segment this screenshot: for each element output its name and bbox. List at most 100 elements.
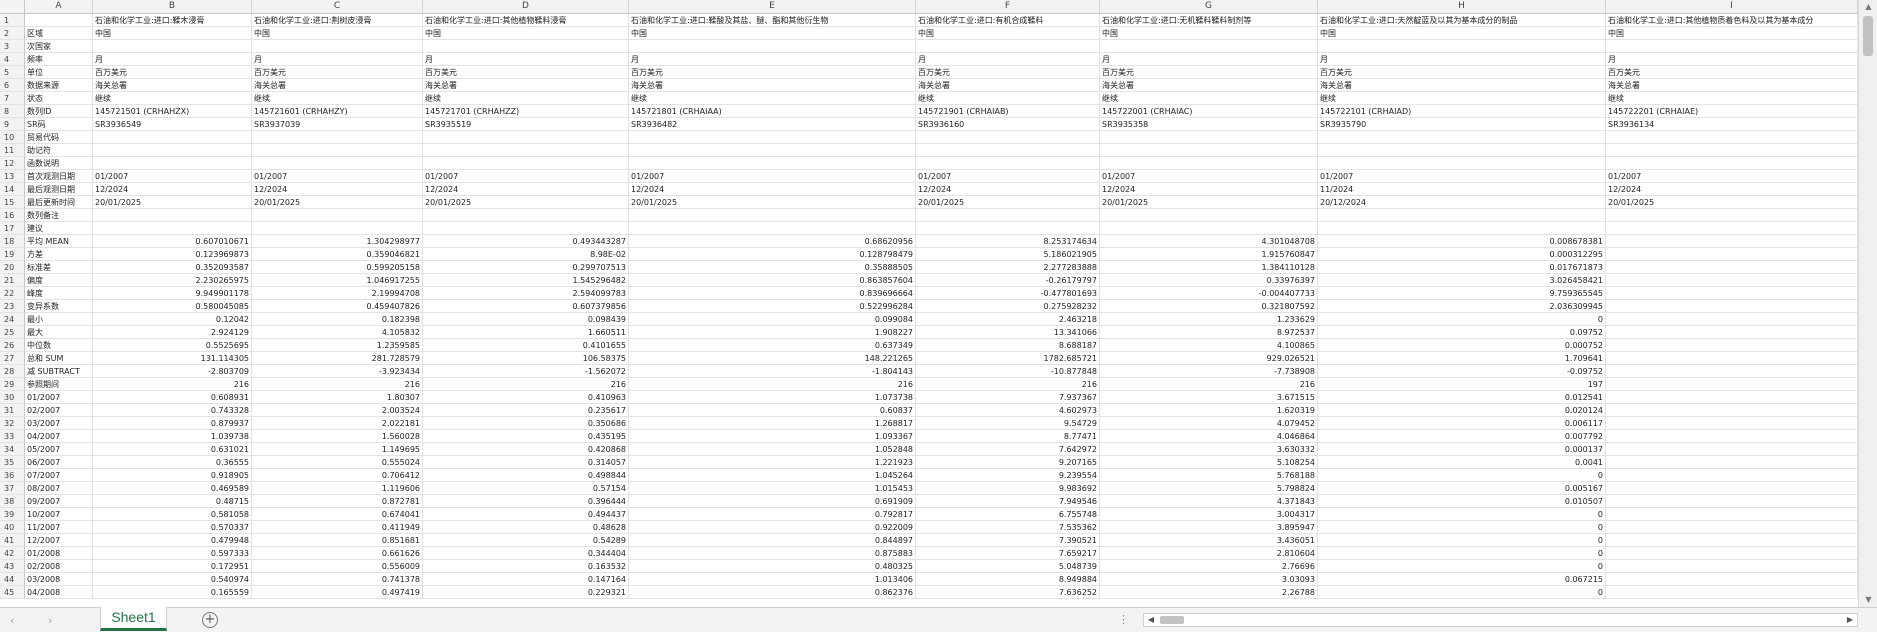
cell-d20[interactable]: 0.299707513 (423, 261, 629, 274)
cell-g34[interactable]: 3.630332 (1100, 443, 1318, 456)
cell-e34[interactable]: 1.052848 (629, 443, 916, 456)
cell-d34[interactable]: 0.420868 (423, 443, 629, 456)
cell-g32[interactable]: 4.079452 (1100, 417, 1318, 430)
cell-f44[interactable]: 8.949884 (916, 573, 1100, 586)
cell-e23[interactable]: 0.522996284 (629, 300, 916, 313)
vertical-scrollbar[interactable]: ▲ ▼ (1858, 0, 1877, 607)
cell-e44[interactable]: 1.013406 (629, 573, 916, 586)
cell-h41[interactable]: 0 (1318, 534, 1606, 547)
cell-f4[interactable]: 月 (916, 53, 1100, 66)
cell-i36[interactable] (1606, 469, 1858, 482)
cell-f34[interactable]: 7.642972 (916, 443, 1100, 456)
cell-f33[interactable]: 8.77471 (916, 430, 1100, 443)
cell-g7[interactable]: 继续 (1100, 92, 1318, 105)
cell-f22[interactable]: -0.477801693 (916, 287, 1100, 300)
row-number[interactable]: 45 (0, 586, 25, 599)
cell-b39[interactable]: 0.581058 (93, 508, 252, 521)
cell-f14[interactable]: 12/2024 (916, 183, 1100, 196)
cell-g11[interactable] (1100, 144, 1318, 157)
cell-d28[interactable]: -1.562072 (423, 365, 629, 378)
cell-b41[interactable]: 0.479948 (93, 534, 252, 547)
cell-d6[interactable]: 海关总署 (423, 79, 629, 92)
cell-b15[interactable]: 20/01/2025 (93, 196, 252, 209)
cell-f37[interactable]: 9.983692 (916, 482, 1100, 495)
cell-h23[interactable]: 2.036309945 (1318, 300, 1606, 313)
cell-a33[interactable]: 04/2007 (25, 430, 93, 443)
cell-i23[interactable] (1606, 300, 1858, 313)
cell-h18[interactable]: 0.008678381 (1318, 235, 1606, 248)
cell-i19[interactable] (1606, 248, 1858, 261)
cell-b23[interactable]: 0.580045085 (93, 300, 252, 313)
row-number[interactable]: 16 (0, 209, 25, 222)
cell-b28[interactable]: -2.803709 (93, 365, 252, 378)
cell-i28[interactable] (1606, 365, 1858, 378)
cell-g31[interactable]: 1.620319 (1100, 404, 1318, 417)
cell-c15[interactable]: 20/01/2025 (252, 196, 423, 209)
cell-b6[interactable]: 海关总署 (93, 79, 252, 92)
cell-g39[interactable]: 3.004317 (1100, 508, 1318, 521)
row-number[interactable]: 25 (0, 326, 25, 339)
cell-h31[interactable]: 0.020124 (1318, 404, 1606, 417)
cell-i37[interactable] (1606, 482, 1858, 495)
cell-e33[interactable]: 1.093367 (629, 430, 916, 443)
cell-b34[interactable]: 0.631021 (93, 443, 252, 456)
cell-a24[interactable]: 最小 (25, 313, 93, 326)
cell-b5[interactable]: 百万美元 (93, 66, 252, 79)
cell-a4[interactable]: 频率 (25, 53, 93, 66)
cell-f26[interactable]: 8.688187 (916, 339, 1100, 352)
cell-d35[interactable]: 0.314057 (423, 456, 629, 469)
cell-d15[interactable]: 20/01/2025 (423, 196, 629, 209)
cell-b8[interactable]: 145721501 (CRHAHZX) (93, 105, 252, 118)
cell-b3[interactable] (93, 40, 252, 53)
cell-a34[interactable]: 05/2007 (25, 443, 93, 456)
cell-d12[interactable] (423, 157, 629, 170)
column-header-i[interactable]: I (1606, 0, 1858, 13)
cell-c4[interactable]: 月 (252, 53, 423, 66)
cell-b25[interactable]: 2.924129 (93, 326, 252, 339)
cell-g45[interactable]: 2.26788 (1100, 586, 1318, 599)
cell-h30[interactable]: 0.012541 (1318, 391, 1606, 404)
cell-f38[interactable]: 7.949546 (916, 495, 1100, 508)
cell-f9[interactable]: SR3936160 (916, 118, 1100, 131)
cell-f7[interactable]: 继续 (916, 92, 1100, 105)
row-number[interactable]: 12 (0, 157, 25, 170)
cell-b9[interactable]: SR3936549 (93, 118, 252, 131)
cell-h28[interactable]: -0.09752 (1318, 365, 1606, 378)
row-number[interactable]: 40 (0, 521, 25, 534)
cell-f39[interactable]: 6.755748 (916, 508, 1100, 521)
cell-d9[interactable]: SR3935519 (423, 118, 629, 131)
cell-h8[interactable]: 145722101 (CRHAIAD) (1318, 105, 1606, 118)
cell-c37[interactable]: 1.119606 (252, 482, 423, 495)
cell-f10[interactable] (916, 131, 1100, 144)
cell-h11[interactable] (1318, 144, 1606, 157)
cell-g9[interactable]: SR3935358 (1100, 118, 1318, 131)
cell-g14[interactable]: 12/2024 (1100, 183, 1318, 196)
cell-e6[interactable]: 海关总署 (629, 79, 916, 92)
cell-f35[interactable]: 9.207165 (916, 456, 1100, 469)
cell-c12[interactable] (252, 157, 423, 170)
spreadsheet-grid[interactable]: ABCDEFGHI 1 石油和化学工业:进口:鞣木浸膏 石油和化学工业:进口:荆树皮… (0, 0, 1858, 607)
cell-c9[interactable]: SR3937039 (252, 118, 423, 131)
cell-c23[interactable]: 0.459407826 (252, 300, 423, 313)
cell-i13[interactable]: 01/2007 (1606, 170, 1858, 183)
cell-f19[interactable]: 5.186021905 (916, 248, 1100, 261)
cell-h17[interactable] (1318, 222, 1606, 235)
cell-c32[interactable]: 2.022181 (252, 417, 423, 430)
cell-h22[interactable]: 9.759365545 (1318, 287, 1606, 300)
cell-a40[interactable]: 11/2007 (25, 521, 93, 534)
cell-f23[interactable]: 0.275928232 (916, 300, 1100, 313)
cell-h14[interactable]: 11/2024 (1318, 183, 1606, 196)
cell-c8[interactable]: 145721601 (CRHAHZY) (252, 105, 423, 118)
cell-c14[interactable]: 12/2024 (252, 183, 423, 196)
cell-d23[interactable]: 0.607379856 (423, 300, 629, 313)
cell-e37[interactable]: 1.015453 (629, 482, 916, 495)
cell-h35[interactable]: 0.0041 (1318, 456, 1606, 469)
cell-f3[interactable] (916, 40, 1100, 53)
cell-h43[interactable]: 0 (1318, 560, 1606, 573)
row-number[interactable]: 6 (0, 79, 25, 92)
cell-h3[interactable] (1318, 40, 1606, 53)
cell-b17[interactable] (93, 222, 252, 235)
cell-g33[interactable]: 4.046864 (1100, 430, 1318, 443)
cell-a3[interactable]: 次国家 (25, 40, 93, 53)
cell-a17[interactable]: 建议 (25, 222, 93, 235)
